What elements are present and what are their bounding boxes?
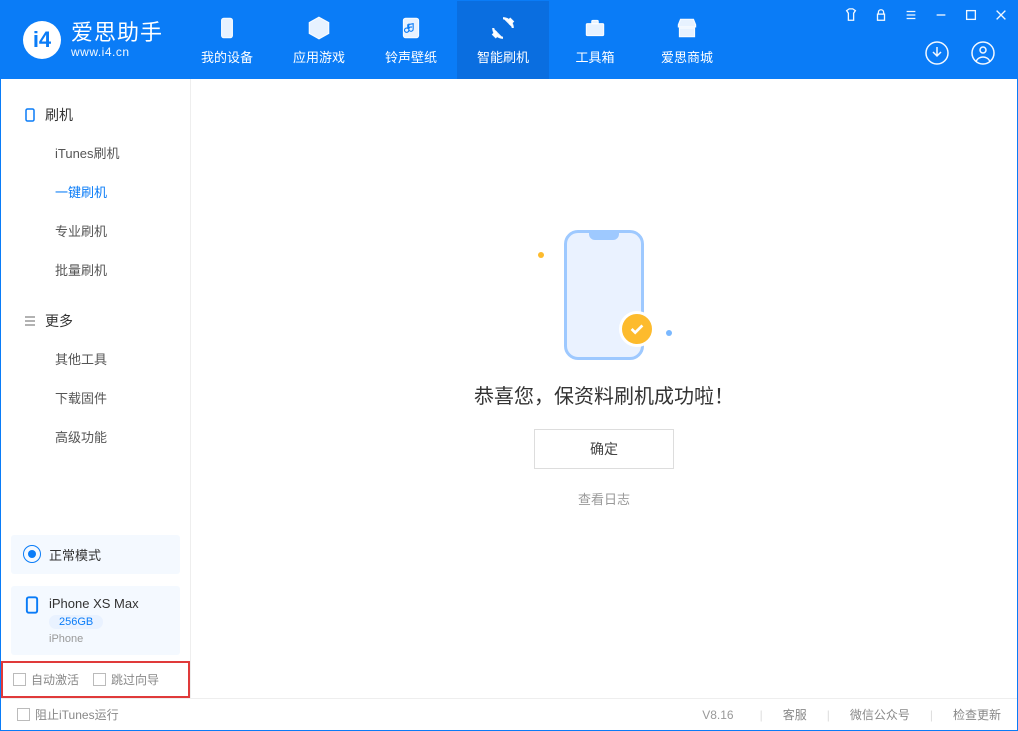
nav-smart-flash[interactable]: 智能刷机 — [457, 1, 549, 79]
status-right: V8.16 | 客服 | 微信公众号 | 检查更新 — [702, 706, 1001, 723]
nav-toolbox[interactable]: 工具箱 — [549, 1, 641, 79]
refresh-icon — [490, 15, 516, 41]
success-illustration — [544, 230, 664, 360]
device-icon — [214, 15, 240, 41]
briefcase-icon — [582, 15, 608, 41]
logo-text: 爱思助手 www.i4.cn — [71, 21, 163, 58]
checkbox-block-itunes[interactable]: 阻止iTunes运行 — [17, 706, 119, 723]
nav-store[interactable]: 爱思商城 — [641, 1, 733, 79]
checkbox-auto-activate[interactable]: 自动激活 — [13, 671, 79, 688]
nav-label: 智能刷机 — [477, 47, 529, 66]
shirt-icon[interactable] — [843, 7, 859, 23]
device-info: iPhone XS Max 256GB iPhone — [49, 596, 139, 645]
close-icon[interactable] — [993, 7, 1009, 23]
mode-radio-icon — [23, 545, 41, 563]
device-small-icon — [23, 108, 37, 122]
minimize-icon[interactable] — [933, 7, 949, 23]
nav-label: 爱思商城 — [661, 47, 713, 66]
sparkle-icon — [538, 252, 544, 258]
checkbox-label: 跳过向导 — [111, 671, 159, 688]
separator: | — [760, 708, 763, 722]
view-log-link[interactable]: 查看日志 — [578, 489, 630, 508]
sidebar-item-pro-flash[interactable]: 专业刷机 — [1, 211, 190, 250]
sidebar: 刷机 iTunes刷机 一键刷机 专业刷机 批量刷机 更多 其他工具 下载固件 … — [1, 79, 191, 698]
profile-icon[interactable] — [969, 39, 997, 67]
device-box[interactable]: iPhone XS Max 256GB iPhone — [11, 586, 180, 655]
separator: | — [827, 708, 830, 722]
device-name: iPhone XS Max — [49, 596, 139, 611]
phone-icon — [23, 596, 41, 614]
group-title: 更多 — [45, 311, 73, 331]
checkbox-icon — [17, 708, 30, 721]
separator: | — [930, 708, 933, 722]
list-icon — [23, 314, 37, 328]
bottom-options-highlight: 自动激活 跳过向导 — [1, 661, 190, 698]
store-icon — [674, 15, 700, 41]
logo-area: i4 爱思助手 www.i4.cn — [1, 1, 181, 79]
nav-label: 我的设备 — [201, 47, 253, 66]
sidebar-item-batch-flash[interactable]: 批量刷机 — [1, 250, 190, 289]
nav-label: 工具箱 — [576, 47, 615, 66]
status-bar: 阻止iTunes运行 V8.16 | 客服 | 微信公众号 | 检查更新 — [1, 698, 1017, 730]
ok-button[interactable]: 确定 — [534, 429, 674, 469]
group-header-flash: 刷机 — [1, 97, 190, 133]
success-message: 恭喜您，保资料刷机成功啦！ — [474, 380, 734, 409]
app-url: www.i4.cn — [71, 46, 163, 59]
sidebar-item-download-firmware[interactable]: 下载固件 — [1, 378, 190, 417]
window-controls — [843, 7, 1009, 23]
checkbox-label: 阻止iTunes运行 — [35, 706, 119, 723]
nav-my-device[interactable]: 我的设备 — [181, 1, 273, 79]
sidebar-item-advanced[interactable]: 高级功能 — [1, 417, 190, 456]
title-bar: i4 爱思助手 www.i4.cn 我的设备 应用游戏 铃声壁纸 智能刷机 工具… — [1, 1, 1017, 79]
nav-ringtone-wallpaper[interactable]: 铃声壁纸 — [365, 1, 457, 79]
sidebar-item-itunes-flash[interactable]: iTunes刷机 — [1, 133, 190, 172]
body: 刷机 iTunes刷机 一键刷机 专业刷机 批量刷机 更多 其他工具 下载固件 … — [1, 79, 1017, 698]
music-file-icon — [398, 15, 424, 41]
group-title: 刷机 — [45, 105, 73, 125]
maximize-icon[interactable] — [963, 7, 979, 23]
checkbox-skip-guide[interactable]: 跳过向导 — [93, 671, 159, 688]
nav-label: 应用游戏 — [293, 47, 345, 66]
cube-icon — [306, 15, 332, 41]
app-logo-icon: i4 — [23, 21, 61, 59]
check-badge-icon — [619, 311, 655, 347]
lock-icon[interactable] — [873, 7, 889, 23]
sparkle-icon — [666, 330, 672, 336]
menu-icon[interactable] — [903, 7, 919, 23]
device-type: iPhone — [49, 633, 139, 645]
main-nav: 我的设备 应用游戏 铃声壁纸 智能刷机 工具箱 爱思商城 — [181, 1, 733, 79]
checkbox-icon — [93, 673, 106, 686]
link-check-update[interactable]: 检查更新 — [953, 706, 1001, 723]
download-icon[interactable] — [923, 39, 951, 67]
mode-box[interactable]: 正常模式 — [11, 535, 180, 574]
nav-apps-games[interactable]: 应用游戏 — [273, 1, 365, 79]
checkbox-icon — [13, 673, 26, 686]
checkbox-label: 自动激活 — [31, 671, 79, 688]
nav-label: 铃声壁纸 — [385, 47, 437, 66]
group-header-more: 更多 — [1, 303, 190, 339]
app-name: 爱思助手 — [71, 21, 163, 45]
storage-badge: 256GB — [49, 615, 103, 629]
mode-label: 正常模式 — [49, 545, 101, 564]
version-label: V8.16 — [702, 708, 733, 722]
sidebar-item-one-click-flash[interactable]: 一键刷机 — [1, 172, 190, 211]
sidebar-item-other-tools[interactable]: 其他工具 — [1, 339, 190, 378]
user-controls — [923, 39, 997, 67]
link-wechat[interactable]: 微信公众号 — [850, 706, 910, 723]
main-content: 恭喜您，保资料刷机成功啦！ 确定 查看日志 — [191, 79, 1017, 698]
phone-illustration — [564, 230, 644, 360]
link-support[interactable]: 客服 — [783, 706, 807, 723]
